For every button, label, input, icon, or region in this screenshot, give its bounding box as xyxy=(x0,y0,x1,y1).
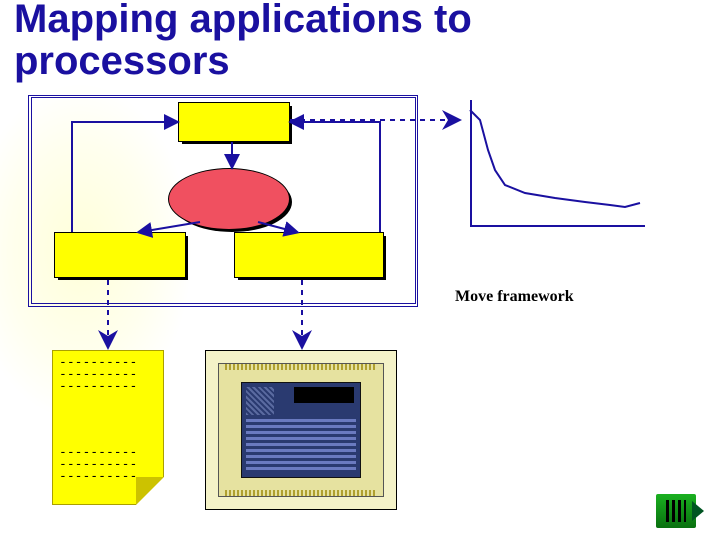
next-slide-button[interactable] xyxy=(652,494,700,528)
title-line-2: processors xyxy=(14,39,230,83)
note-line: ---------- xyxy=(59,367,157,379)
bottom-left-box xyxy=(54,232,186,278)
nav-bars-icon xyxy=(666,500,686,522)
title-line-1: Mapping applications to xyxy=(14,0,472,41)
note-line: ---------- xyxy=(59,445,157,457)
bottom-right-box xyxy=(234,232,384,278)
note-fold-icon xyxy=(136,477,164,505)
output-note: ---------- ---------- ---------- -------… xyxy=(52,350,164,505)
page-title: Mapping applications to processors xyxy=(14,0,472,82)
arrow-right-icon xyxy=(692,501,704,521)
chart-x-axis xyxy=(470,225,645,227)
note-line: ---------- xyxy=(59,457,157,469)
die-datapath-rows xyxy=(246,419,356,473)
chip-diagram xyxy=(205,350,397,510)
chip-die xyxy=(241,382,361,478)
chart-caption: Move framework xyxy=(455,288,574,306)
die-label-block xyxy=(294,387,354,403)
chart-y-axis xyxy=(470,100,472,225)
note-line: ---------- xyxy=(59,355,157,367)
center-ellipse xyxy=(168,168,290,230)
chip-package xyxy=(218,363,384,497)
top-box xyxy=(178,102,290,142)
note-line: ---------- xyxy=(59,379,157,391)
die-corner-block xyxy=(246,387,274,415)
